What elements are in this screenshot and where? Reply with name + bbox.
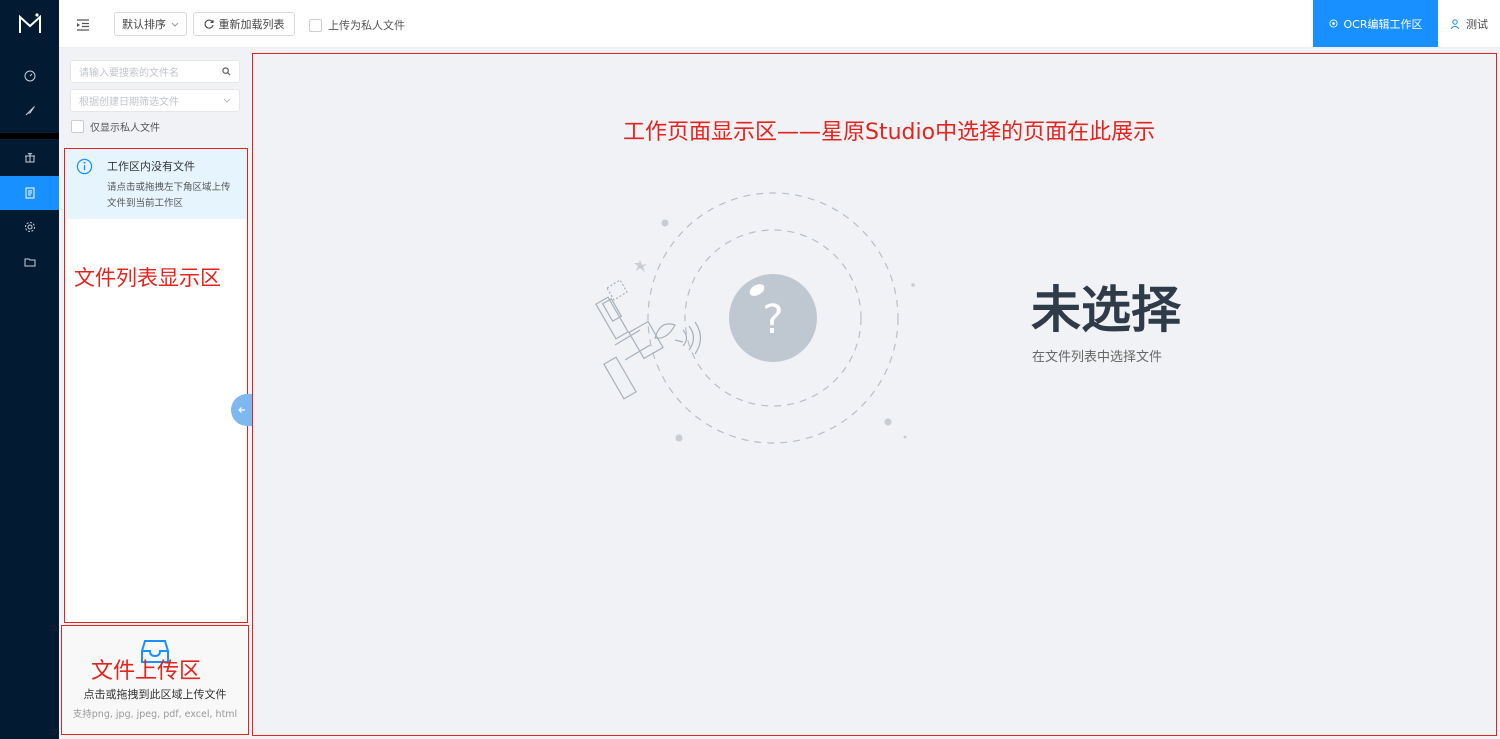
satellite-illustration: ? <box>595 192 915 444</box>
collapse-menu-button[interactable] <box>76 16 90 35</box>
checkbox-box[interactable] <box>309 18 322 32</box>
search-input[interactable]: 请输入要搜索的文件名 <box>70 60 240 83</box>
user-menu[interactable]: 测试 <box>1450 16 1488 32</box>
private-upload-checkbox[interactable]: 上传为私人文件 <box>309 17 405 33</box>
arrow-left-icon <box>238 407 245 413</box>
nav-item-gift[interactable] <box>0 140 59 174</box>
empty-state-title: 未选择 <box>1031 281 1181 339</box>
empty-state-subtitle: 在文件列表中选择文件 <box>1032 350 1163 365</box>
user-name: 测试 <box>1466 18 1488 31</box>
file-list-annotation-box <box>64 148 248 623</box>
document-icon <box>25 187 34 199</box>
workspace-annotation-label: 工作页面显示区——星原Studio中选择的页面在此展示 <box>623 120 1156 145</box>
left-nav <box>0 0 59 739</box>
private-only-label: 仅显示私人文件 <box>90 123 160 134</box>
date-filter-placeholder: 根据创建日期筛选文件 <box>79 97 179 108</box>
app-logo[interactable] <box>0 0 59 48</box>
rocket-icon <box>25 106 35 116</box>
nav-divider <box>0 133 59 139</box>
svg-text:?: ? <box>762 297 783 343</box>
user-icon <box>1450 19 1460 29</box>
private-upload-label: 上传为私人文件 <box>328 19 405 32</box>
target-icon <box>1328 19 1338 28</box>
reload-list-label: 重新加载列表 <box>218 18 285 31</box>
gift-icon <box>24 152 35 163</box>
nav-item-rocket[interactable] <box>0 94 59 128</box>
ocr-workspace-label: OCR编辑工作区 <box>1343 17 1423 31</box>
ocr-workspace-button[interactable]: OCR编辑工作区 <box>1313 0 1438 47</box>
nav-item-settings[interactable] <box>0 210 59 244</box>
nav-item-dashboard[interactable] <box>0 59 59 93</box>
upload-annotation-box <box>61 625 249 735</box>
file-list-annotation-label: 文件列表显示区 <box>74 266 221 290</box>
search-placeholder: 请输入要搜索的文件名 <box>79 68 179 79</box>
checkbox-box[interactable] <box>71 120 84 133</box>
chevron-down-icon <box>171 22 179 27</box>
nav-item-folder[interactable] <box>0 245 59 279</box>
refresh-icon <box>204 19 214 29</box>
search-icon[interactable] <box>222 67 231 76</box>
reload-list-button[interactable]: 重新加载列表 <box>193 12 295 36</box>
private-only-checkbox[interactable]: 仅显示私人文件 <box>71 119 160 134</box>
indent-icon <box>77 19 89 31</box>
folder-icon <box>24 258 35 267</box>
dashboard-icon <box>24 70 35 82</box>
nav-item-documents[interactable] <box>0 176 59 210</box>
gear-icon <box>24 222 35 232</box>
sort-select-label: 默认排序 <box>122 18 166 31</box>
chevron-down-icon <box>223 98 231 103</box>
logo-icon <box>18 13 41 33</box>
date-filter-select[interactable]: 根据创建日期筛选文件 <box>70 89 240 112</box>
sort-select[interactable]: 默认排序 <box>114 12 187 36</box>
